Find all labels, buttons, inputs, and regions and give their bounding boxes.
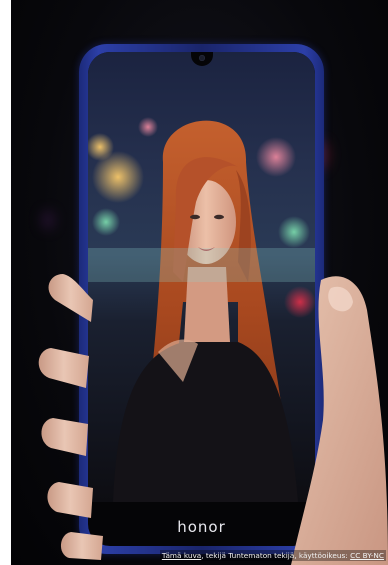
license-link[interactable]: CC BY-NC xyxy=(350,551,384,560)
hand xyxy=(38,274,388,565)
attribution-caption: Tämä kuva, tekijä Tuntematon tekijä, käy… xyxy=(159,550,386,561)
bokeh-light xyxy=(41,210,55,230)
attribution-text: , tekijä Tuntematon tekijä, käyttöoikeus… xyxy=(201,551,351,560)
photo-frame: honor Tämä kuva, tekijä Tuntematon tekij… xyxy=(11,0,388,565)
image-link[interactable]: Tämä kuva xyxy=(162,551,201,560)
front-camera-icon xyxy=(199,55,205,61)
